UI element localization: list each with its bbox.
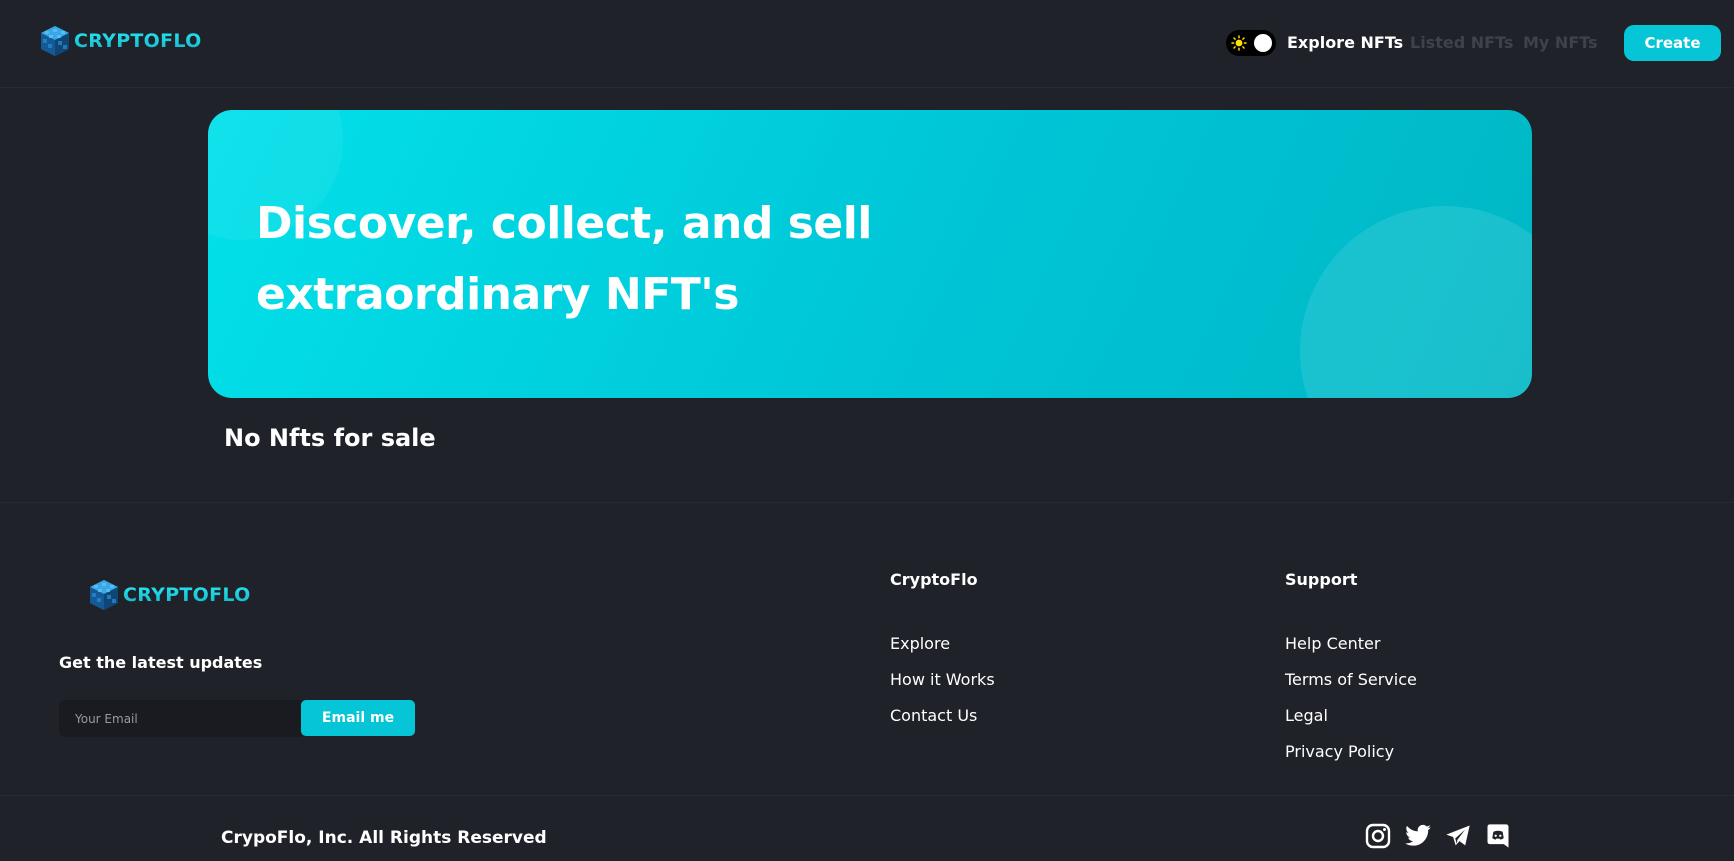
footer-link-privacy-policy[interactable]: Privacy Policy — [1285, 742, 1394, 761]
header-logo[interactable]: CRYPTOFLO — [38, 24, 202, 58]
hero-banner: Discover, collect, and sell extraordinar… — [208, 110, 1532, 398]
brand-wordmark: CRYPTOFLO — [74, 30, 202, 52]
footer-link-legal[interactable]: Legal — [1285, 706, 1328, 725]
discord-icon[interactable] — [1484, 822, 1512, 850]
newsletter-heading: Get the latest updates — [59, 653, 263, 672]
toggle-knob — [1254, 34, 1272, 52]
newsletter-email-input[interactable] — [59, 700, 302, 737]
sun-icon — [1231, 35, 1247, 51]
telegram-icon[interactable] — [1444, 822, 1472, 850]
footer-logo[interactable]: CRYPTOFLO — [87, 578, 251, 612]
hero-title-line-1: Discover, collect, and sell — [256, 198, 872, 249]
nav-explore-nfts[interactable]: Explore NFTs — [1287, 33, 1403, 52]
footer-column-title-cryptoflo: CryptoFlo — [890, 570, 978, 589]
cube-logo-icon — [90, 580, 118, 610]
footer-link-help-center[interactable]: Help Center — [1285, 634, 1380, 653]
hero-title: Discover, collect, and sell extraordinar… — [256, 188, 976, 330]
empty-state-message: No Nfts for sale — [224, 424, 436, 452]
twitter-icon[interactable] — [1404, 822, 1432, 850]
email-me-button[interactable]: Email me — [301, 700, 415, 736]
footer-bottom-divider — [0, 795, 1734, 796]
nav-listed-nfts[interactable]: Listed NFTs — [1410, 33, 1513, 52]
create-button[interactable]: Create — [1624, 25, 1721, 61]
nav-my-nfts[interactable]: My NFTs — [1523, 33, 1598, 52]
footer-column-title-support: Support — [1285, 570, 1358, 589]
footer-link-how-it-works[interactable]: How it Works — [890, 670, 995, 689]
hero-title-line-2: extraordinary NFT's — [256, 269, 739, 320]
brand-wordmark: CRYPTOFLO — [123, 584, 251, 606]
copyright-text: CrypoFlo, Inc. All Rights Reserved — [221, 828, 547, 848]
footer-link-contact-us[interactable]: Contact Us — [890, 706, 977, 725]
footer-top-divider — [0, 502, 1734, 503]
theme-toggle[interactable] — [1226, 30, 1276, 56]
hero-decor-circle-bottom — [1300, 206, 1532, 398]
footer-link-explore[interactable]: Explore — [890, 634, 950, 653]
footer-link-terms[interactable]: Terms of Service — [1285, 670, 1417, 689]
cube-logo-icon — [41, 26, 69, 56]
instagram-icon[interactable] — [1364, 822, 1392, 850]
site-header: CRYPTOFLO Explore NFTs Listed NFTs My NF… — [0, 0, 1734, 88]
